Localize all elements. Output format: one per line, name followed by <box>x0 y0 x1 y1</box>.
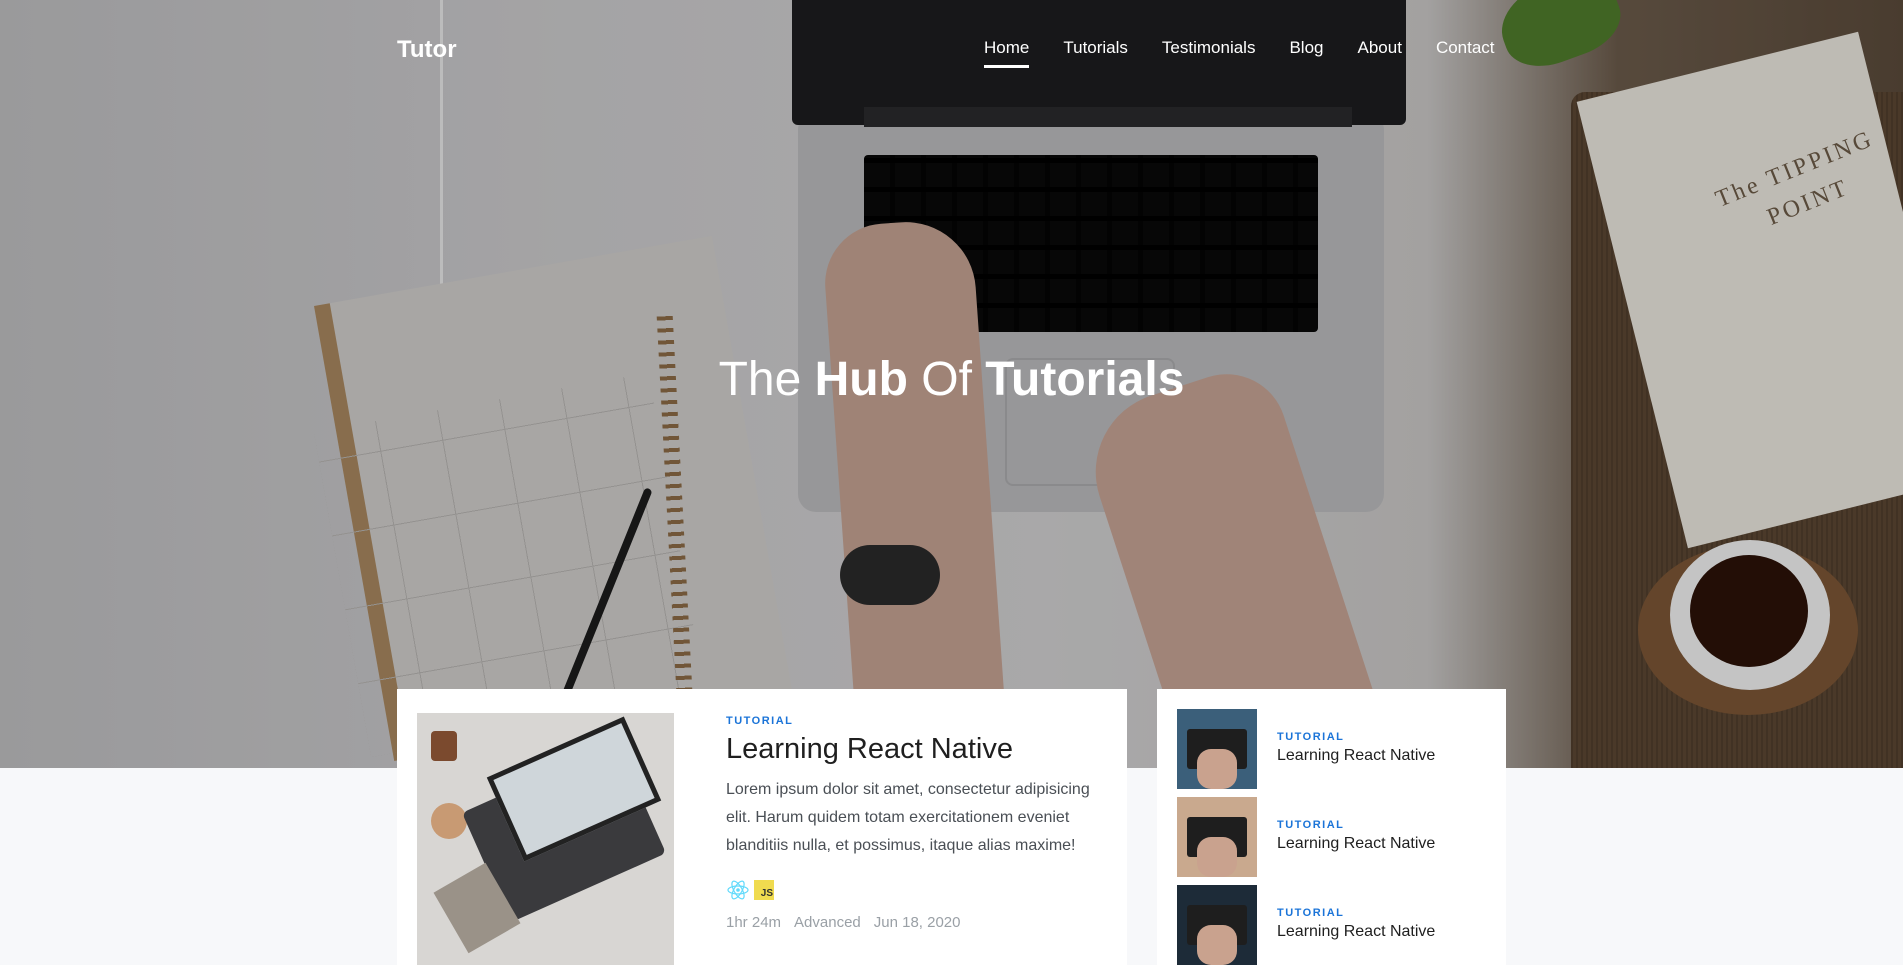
side-tutorial-title[interactable]: Learning React Native <box>1277 747 1435 765</box>
cup-decoration <box>431 803 467 839</box>
tutorial-title[interactable]: Learning React Native <box>726 733 1106 766</box>
main-nav: Home Tutorials Testimonials Blog About C… <box>984 38 1529 68</box>
side-tutorial-title[interactable]: Learning React Native <box>1277 923 1435 941</box>
side-tutorial-text: TUTORIAL Learning React Native <box>1277 907 1435 941</box>
hero-title-part1: The <box>718 353 815 406</box>
featured-tutorial-body: TUTORIAL Learning React Native Lorem ips… <box>726 715 1106 931</box>
brand-logo[interactable]: Tutor <box>397 36 457 64</box>
side-tutorial-thumbnail <box>1177 885 1257 965</box>
nav-testimonials[interactable]: Testimonials <box>1162 38 1256 68</box>
hand-decoration <box>1197 837 1237 877</box>
hero-banner: The TIPPING POINT Tutor Home Tutorials T… <box>0 0 1903 768</box>
side-tutorial-item[interactable]: TUTORIAL Learning React Native <box>1177 797 1487 877</box>
side-tutorial-item[interactable]: TUTORIAL Learning React Native <box>1177 885 1487 965</box>
side-tutorial-tag: TUTORIAL <box>1277 907 1345 919</box>
side-tutorial-tag: TUTORIAL <box>1277 731 1345 743</box>
hero-title-bold2: Tutorials <box>985 353 1185 406</box>
side-tutorial-thumbnail <box>1177 709 1257 789</box>
tutorial-meta: 1hr 24m Advanced Jun 18, 2020 <box>726 914 1106 931</box>
side-tutorial-thumbnail <box>1177 797 1257 877</box>
tech-icons: JS <box>726 878 1106 902</box>
tutorial-description: Lorem ipsum dolor sit amet, consectetur … <box>726 781 1090 854</box>
side-tutorial-title[interactable]: Learning React Native <box>1277 835 1435 853</box>
nav-contact[interactable]: Contact <box>1436 38 1495 68</box>
nav-home[interactable]: Home <box>984 38 1030 68</box>
candle-decoration <box>431 731 457 761</box>
hand-decoration <box>1197 749 1237 789</box>
side-tutorial-text: TUTORIAL Learning React Native <box>1277 819 1435 853</box>
hand-decoration <box>1197 925 1237 965</box>
tutorial-date: Jun 18, 2020 <box>873 914 961 931</box>
nav-about[interactable]: About <box>1358 38 1402 68</box>
featured-tutorial-card[interactable]: TUTORIAL Learning React Native Lorem ips… <box>397 689 1127 965</box>
js-icon: JS <box>754 880 774 900</box>
side-tutorial-list: TUTORIAL Learning React Native TUTORIAL … <box>1157 689 1506 965</box>
tutorial-tag: TUTORIAL <box>726 715 794 727</box>
hero-title-bold1: Hub <box>814 353 908 406</box>
nav-blog[interactable]: Blog <box>1289 38 1323 68</box>
tutorial-level: Advanced <box>794 914 861 931</box>
hero-title: The Hub Of Tutorials <box>0 352 1903 407</box>
react-icon <box>727 880 749 900</box>
tutorial-duration: 1hr 24m <box>726 914 782 931</box>
side-tutorial-text: TUTORIAL Learning React Native <box>1277 731 1435 765</box>
side-tutorial-tag: TUTORIAL <box>1277 819 1345 831</box>
featured-tutorial-image <box>417 713 674 965</box>
nav-tutorials[interactable]: Tutorials <box>1063 38 1128 68</box>
hero-title-part2: Of <box>907 353 986 406</box>
side-tutorial-item[interactable]: TUTORIAL Learning React Native <box>1177 709 1487 789</box>
